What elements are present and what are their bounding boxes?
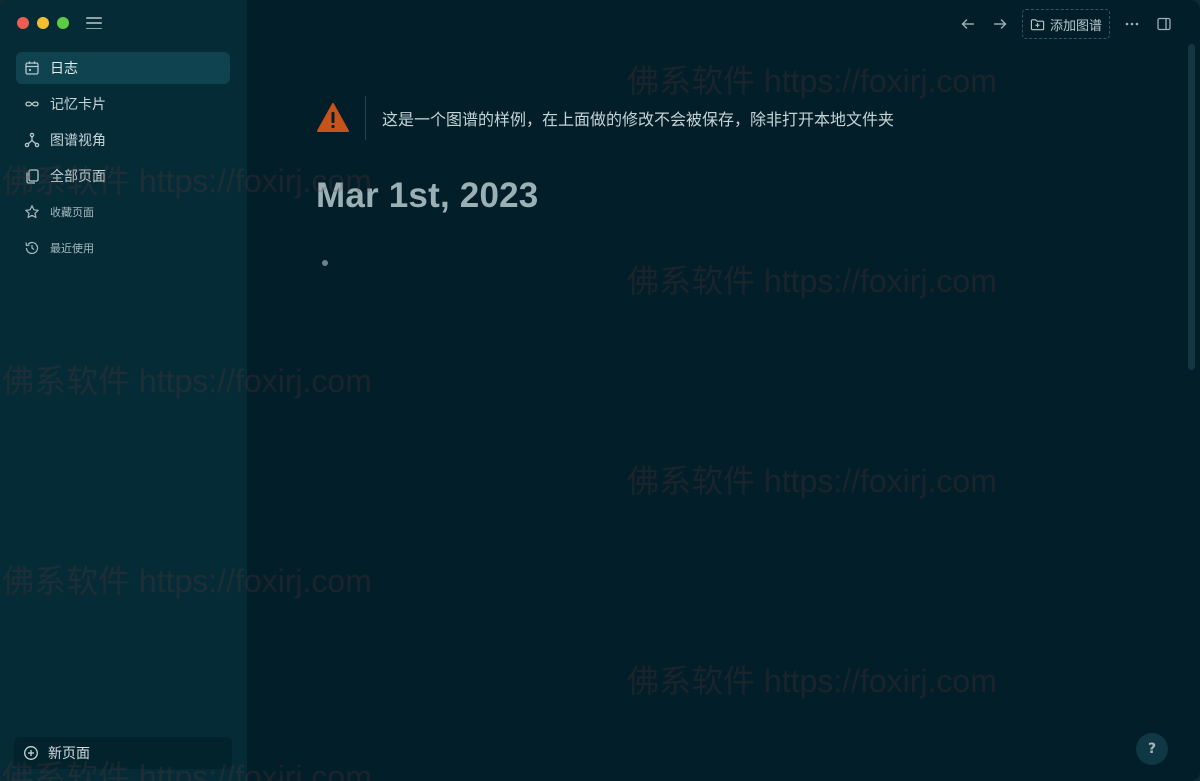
- demo-warning-banner: 这是一个图谱的样例，在上面做的修改不会被保存，除非打开本地文件夹: [316, 96, 894, 140]
- folder-plus-icon: [1030, 17, 1045, 32]
- toggle-right-sidebar-button[interactable]: [1154, 12, 1174, 36]
- sidebar-item-all-pages[interactable]: 全部页面: [16, 160, 230, 192]
- sidebar-item-label: 收藏页面: [50, 206, 94, 219]
- infinity-icon: [24, 96, 40, 112]
- minimize-window-button[interactable]: [37, 17, 49, 29]
- more-options-button[interactable]: [1122, 12, 1142, 36]
- close-window-button[interactable]: [17, 17, 29, 29]
- sidebar-item-label: 日志: [50, 61, 78, 77]
- block-bullet[interactable]: [322, 260, 328, 266]
- more-horizontal-icon: [1125, 22, 1139, 26]
- graph-icon: [24, 132, 40, 148]
- new-page-label: 新页面: [48, 746, 90, 762]
- history-icon: [24, 240, 40, 256]
- pages-icon: [24, 168, 40, 184]
- star-icon: [24, 204, 40, 220]
- watermark: 佛系软件 https://foxirj.com: [627, 463, 997, 499]
- sidebar-item-recent[interactable]: 最近使用: [16, 232, 230, 264]
- sidebar-item-label: 最近使用: [50, 242, 94, 255]
- sidebar-item-flashcards[interactable]: 记忆卡片: [16, 88, 230, 120]
- sidebar-item-label: 记忆卡片: [50, 97, 106, 113]
- app-window: 日志 记忆卡片 图谱视角 全部页面 收藏页面 最近使用 新页面 添加图谱 这是一…: [0, 0, 1200, 781]
- page-title[interactable]: Mar 1st, 2023: [316, 176, 538, 216]
- add-graph-button[interactable]: 添加图谱: [1022, 9, 1110, 39]
- sidebar-item-label: 图谱视角: [50, 133, 106, 149]
- warning-text: 这是一个图谱的样例，在上面做的修改不会被保存，除非打开本地文件夹: [382, 110, 895, 129]
- hamburger-menu-icon[interactable]: [86, 15, 102, 31]
- add-graph-label: 添加图谱: [1049, 18, 1102, 34]
- arrow-right-icon: [994, 19, 1007, 29]
- watermark: 佛系软件 https://foxirj.com: [627, 663, 997, 699]
- sidebar-item-graph-view[interactable]: 图谱视角: [16, 124, 230, 156]
- sidebar-item-favorites[interactable]: 收藏页面: [16, 196, 230, 228]
- window-controls: [17, 17, 69, 29]
- sidebar: 日志 记忆卡片 图谱视角 全部页面 收藏页面 最近使用 新页面: [0, 0, 247, 781]
- watermark: 佛系软件 https://foxirj.com: [627, 263, 997, 299]
- help-button[interactable]: ?: [1136, 733, 1168, 765]
- calendar-icon: [24, 60, 40, 76]
- forward-button[interactable]: [989, 12, 1011, 36]
- sidebar-right-icon: [1157, 17, 1171, 31]
- sidebar-item-label: 全部页面: [50, 169, 106, 185]
- scrollbar[interactable]: [1188, 44, 1195, 370]
- sidebar-item-journals[interactable]: 日志: [16, 52, 230, 84]
- sidebar-nav: 日志 记忆卡片 图谱视角 全部页面 收藏页面 最近使用: [16, 52, 230, 268]
- warning-divider: [365, 96, 366, 140]
- back-button[interactable]: [957, 12, 979, 36]
- new-page-button[interactable]: 新页面: [14, 737, 232, 769]
- arrow-left-icon: [961, 19, 974, 29]
- warning-icon: [317, 103, 349, 132]
- maximize-window-button[interactable]: [57, 17, 69, 29]
- plus-circle-icon: [23, 745, 39, 761]
